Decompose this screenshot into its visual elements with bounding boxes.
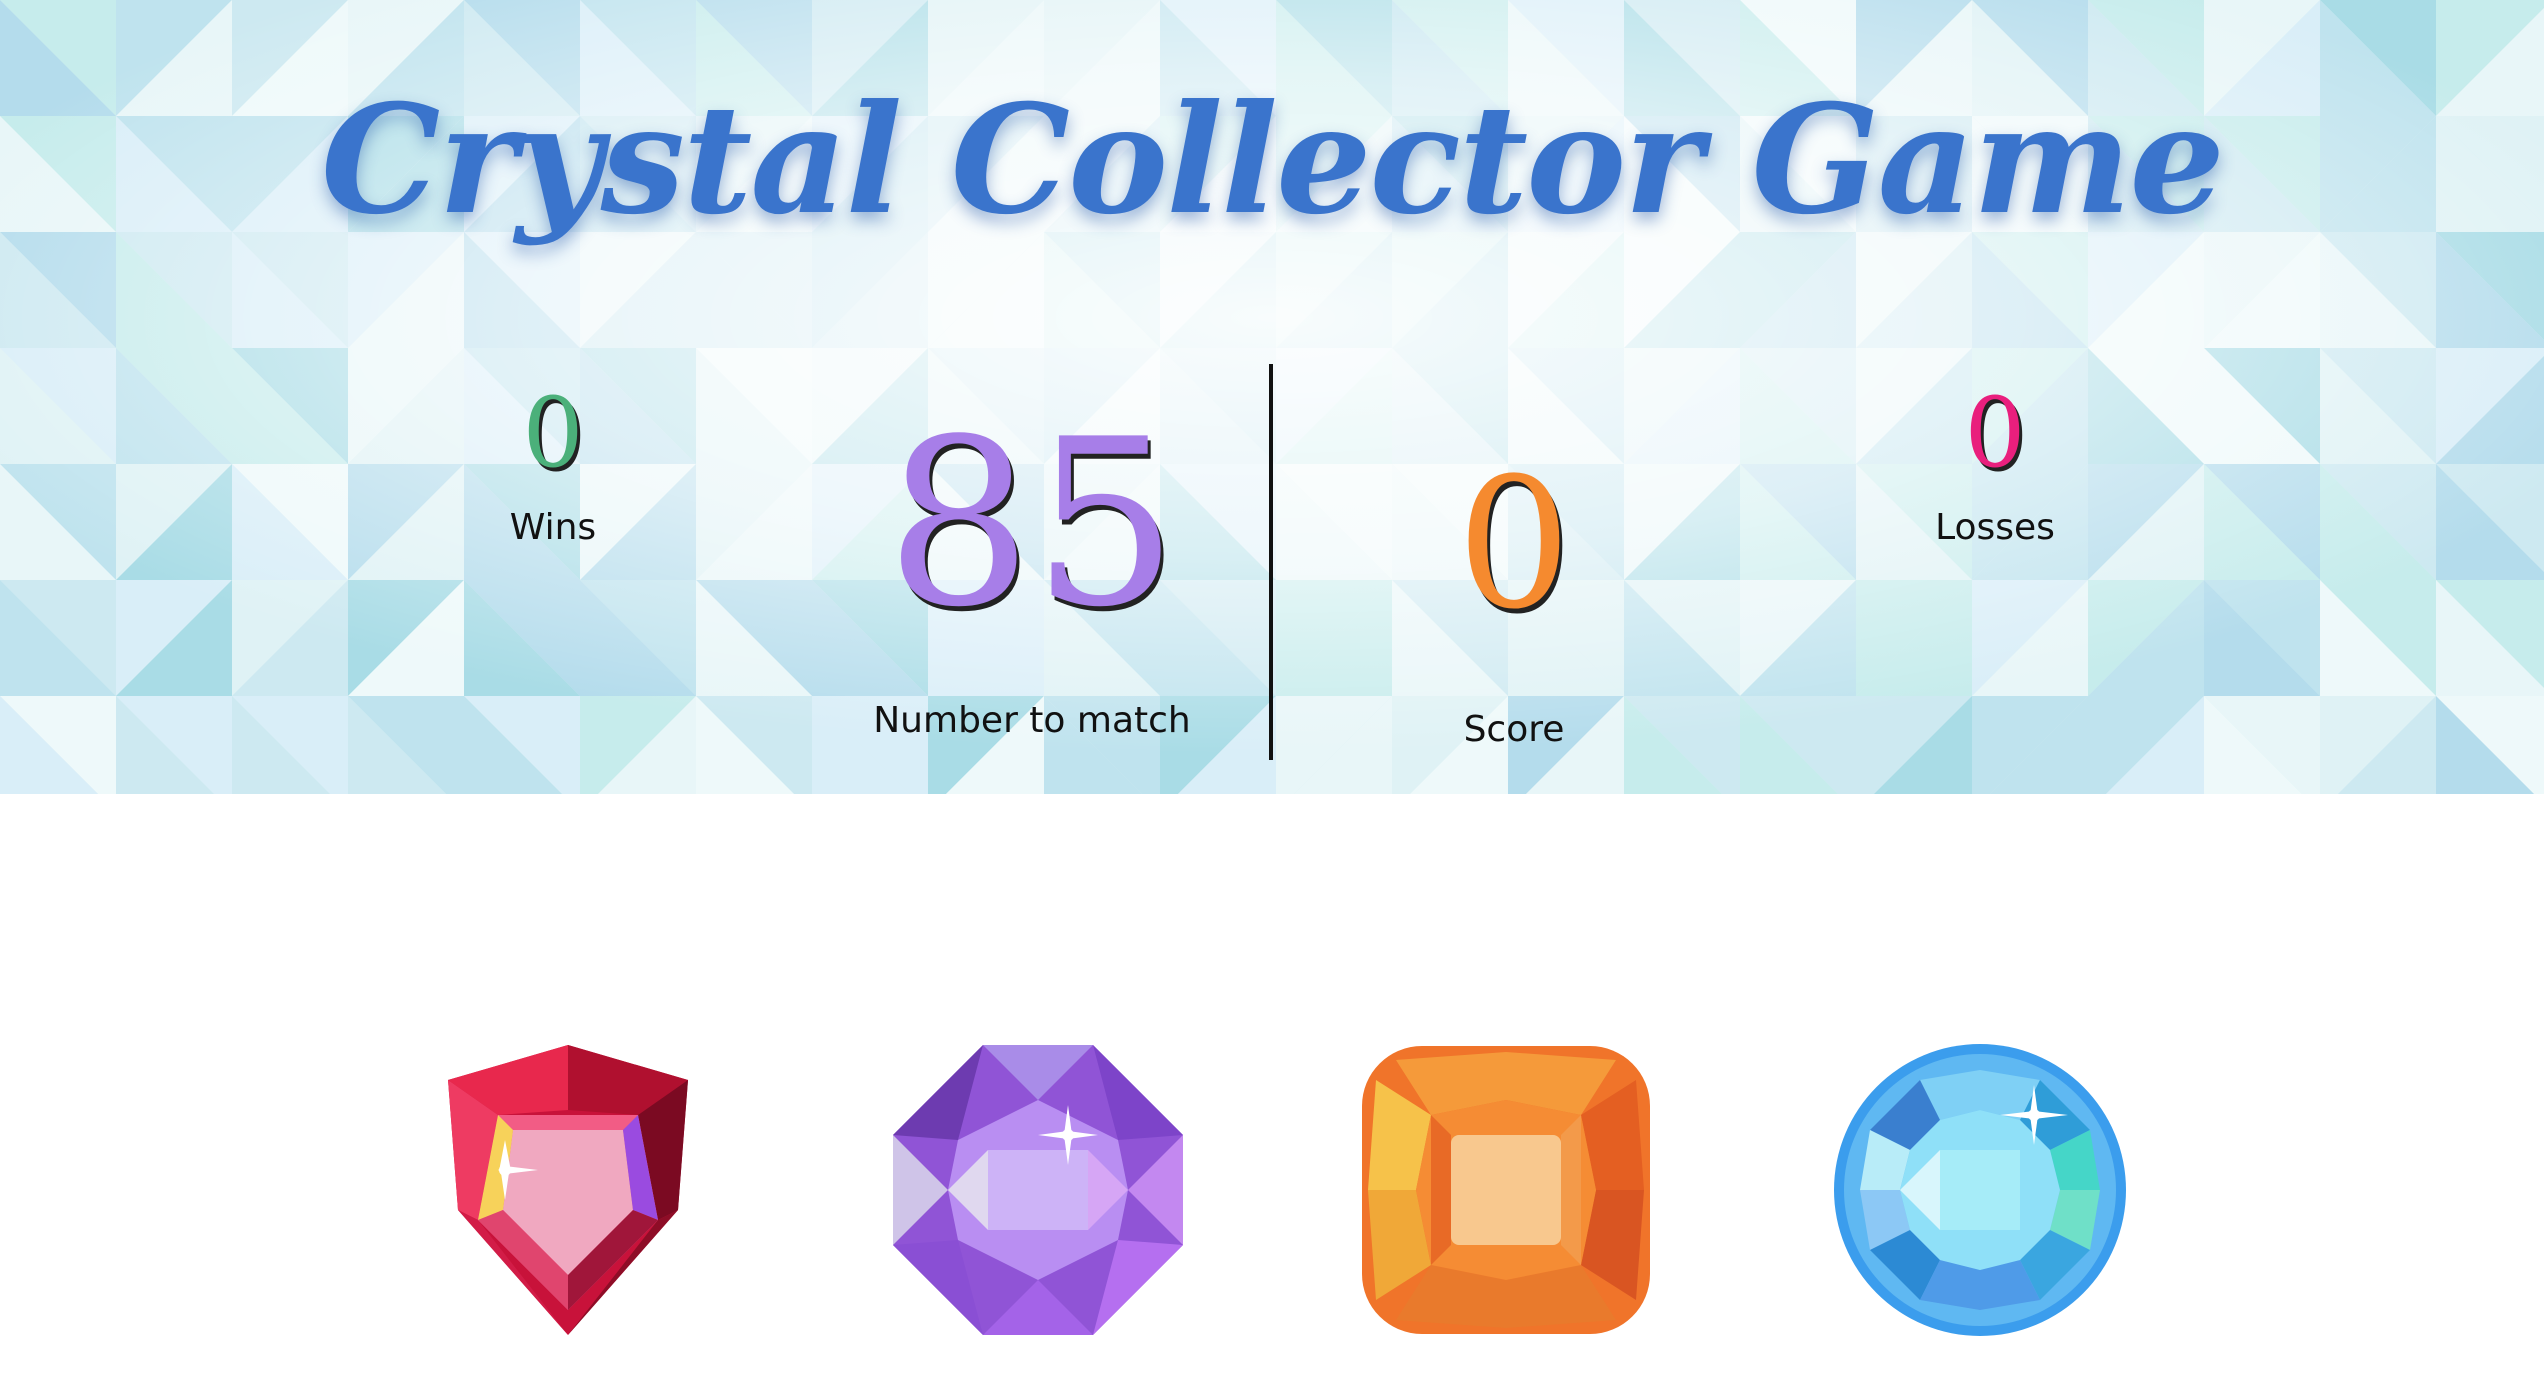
header-banner: Crystal Collector Game 0 Wins 85 Number … bbox=[0, 0, 2544, 794]
purple-crystal-button[interactable] bbox=[888, 1040, 1188, 1340]
wins-value: 0 bbox=[522, 377, 584, 489]
score-value: 0 bbox=[1456, 440, 1572, 649]
red-trillion-gem-icon bbox=[448, 1045, 688, 1335]
blue-crystal-button[interactable] bbox=[1830, 1040, 2130, 1340]
target-number-display: 85 Number to match bbox=[832, 391, 1232, 742]
blue-round-gem-icon bbox=[1834, 1044, 2126, 1336]
orange-crystal-button[interactable] bbox=[1356, 1040, 1656, 1340]
target-number-label: Number to match bbox=[873, 700, 1191, 741]
score-label: Score bbox=[1463, 709, 1565, 750]
purple-octagon-gem-icon bbox=[893, 1045, 1183, 1335]
losses-counter: 0 Losses bbox=[1895, 385, 2095, 548]
divider bbox=[1269, 364, 1273, 760]
score-display: 0 Score bbox=[1364, 440, 1664, 751]
losses-value: 0 bbox=[1964, 377, 2026, 489]
wins-counter: 0 Wins bbox=[453, 385, 653, 548]
game-title: Crystal Collector Game bbox=[321, 72, 2225, 248]
orange-cushion-gem-icon bbox=[1362, 1046, 1650, 1334]
wins-label: Wins bbox=[509, 507, 597, 548]
losses-label: Losses bbox=[1935, 507, 2055, 548]
target-number-value: 85 bbox=[885, 391, 1179, 658]
red-crystal-button[interactable] bbox=[418, 1040, 718, 1340]
